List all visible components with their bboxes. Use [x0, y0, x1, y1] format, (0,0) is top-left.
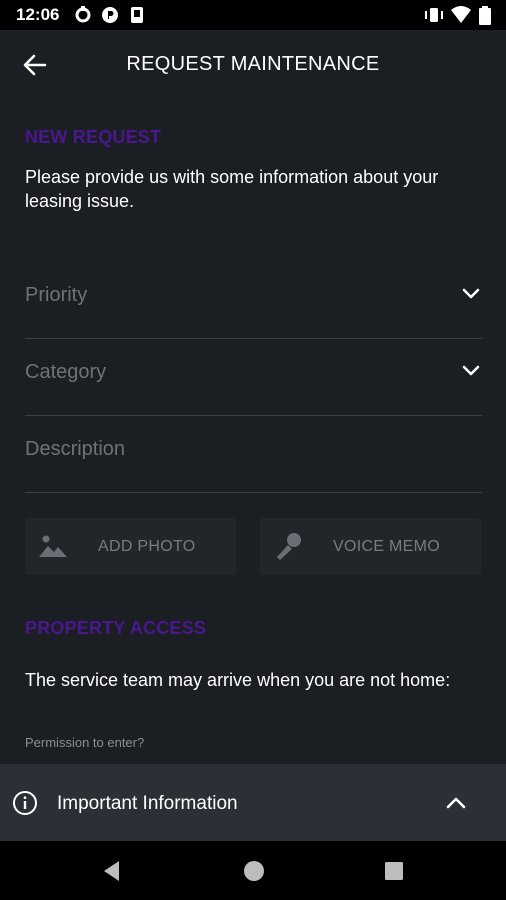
battery-icon	[479, 6, 491, 25]
wifi-icon	[451, 6, 471, 23]
priority-label: Priority	[25, 284, 88, 306]
permission-label: Permission to enter?	[25, 735, 145, 750]
system-navigation-bar	[0, 841, 506, 900]
property-access-heading: PROPERTY ACCESS	[25, 618, 207, 638]
category-label: Category	[25, 361, 107, 383]
recents-nav-icon[interactable]	[381, 858, 407, 884]
home-nav-icon[interactable]	[241, 858, 267, 884]
important-information-label: Important Information	[57, 793, 238, 814]
parking-notification-icon	[102, 7, 118, 23]
description-label: Description	[25, 438, 126, 460]
image-icon	[39, 535, 67, 557]
property-access-text: The service team may arrive when you are…	[25, 670, 451, 690]
device-notification-icon	[131, 7, 143, 23]
new-request-heading: NEW REQUEST	[25, 127, 162, 147]
chevron-up-icon[interactable]	[446, 796, 466, 810]
vibrate-icon	[425, 8, 443, 22]
add-photo-label: ADD PHOTO	[98, 538, 196, 555]
page-title: REQUEST MAINTENANCE	[126, 53, 380, 75]
add-photo-button[interactable]: ADD PHOTO	[25, 518, 236, 575]
chevron-down-icon	[462, 288, 480, 299]
description-input[interactable]: Description	[25, 416, 482, 493]
intro-text: Please provide us with some information …	[25, 167, 439, 211]
status-bar: 12:06	[0, 0, 506, 30]
app-bar: REQUEST MAINTENANCE	[0, 30, 506, 100]
voice-memo-label: VOICE MEMO	[333, 538, 441, 555]
chevron-down-icon	[462, 365, 480, 376]
microphone-icon	[277, 533, 301, 560]
back-nav-icon[interactable]	[99, 858, 125, 884]
sync-notification-icon	[75, 6, 91, 23]
voice-memo-button[interactable]: VOICE MEMO	[260, 518, 481, 575]
priority-select[interactable]: Priority	[25, 262, 482, 339]
important-information-panel[interactable]: Important Information	[0, 764, 506, 841]
info-icon	[13, 791, 37, 815]
category-select[interactable]: Category	[25, 339, 482, 416]
status-time: 12:06	[16, 5, 60, 24]
